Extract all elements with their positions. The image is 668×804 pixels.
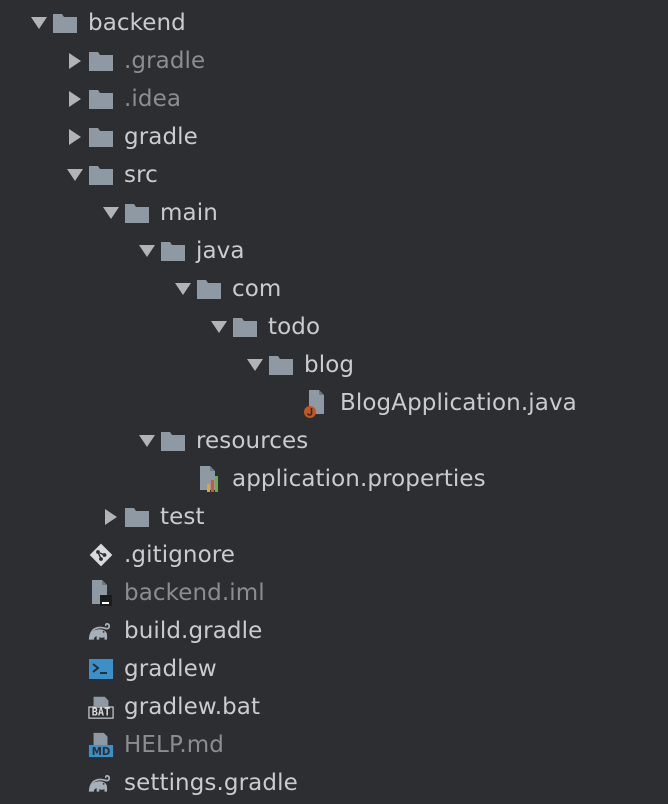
tree-item-gitignore[interactable]: .gitignore	[0, 536, 668, 574]
tree-item-label: gradlew.bat	[124, 694, 261, 720]
folder-icon	[196, 274, 222, 304]
expand-arrow-down-icon[interactable]	[62, 156, 88, 194]
tree-item-label: gradle	[124, 124, 198, 150]
tree-item-backend-iml[interactable]: backend.iml	[0, 574, 668, 612]
tree-item-src[interactable]: src	[0, 156, 668, 194]
folder-icon	[160, 236, 186, 266]
tree-item-gradle[interactable]: gradle	[0, 118, 668, 156]
tree-item-label: build.gradle	[124, 618, 263, 644]
tree-item-label: src	[124, 162, 158, 188]
svg-text:BAT: BAT	[92, 707, 110, 718]
expand-arrow-down-icon[interactable]	[170, 270, 196, 308]
tree-item-label: application.properties	[232, 466, 486, 492]
svg-text:MD: MD	[92, 747, 111, 758]
tree-item-label: backend.iml	[124, 580, 265, 606]
expand-arrow-down-icon[interactable]	[98, 194, 124, 232]
git-icon	[88, 540, 114, 570]
expand-arrow-down-icon[interactable]	[134, 422, 160, 460]
folder-icon	[88, 84, 114, 114]
tree-item-build-gradle[interactable]: build.gradle	[0, 612, 668, 650]
tree-item-label: resources	[196, 428, 309, 454]
tree-item-label: gradlew	[124, 656, 217, 682]
tree-item-gradlew[interactable]: gradlew	[0, 650, 668, 688]
tree-item-application-properties[interactable]: application.properties	[0, 460, 668, 498]
expand-arrow-right-icon[interactable]	[62, 42, 88, 80]
tree-item-backend[interactable]: backend	[0, 4, 668, 42]
tree-item-label: settings.gradle	[124, 770, 298, 796]
tree-item-label: java	[196, 238, 245, 264]
tree-item-gradlew-bat[interactable]: BAT gradlew.bat	[0, 688, 668, 726]
iml-file-icon	[88, 578, 114, 608]
bat-file-icon: BAT	[88, 692, 114, 722]
expand-arrow-down-icon[interactable]	[206, 308, 232, 346]
tree-item-resources[interactable]: resources	[0, 422, 668, 460]
folder-icon	[124, 198, 150, 228]
expand-arrow-down-icon[interactable]	[242, 346, 268, 384]
tree-item-label: blog	[304, 352, 355, 378]
tree-item-test[interactable]: test	[0, 498, 668, 536]
tree-item-label: todo	[268, 314, 321, 340]
tree-item-label: com	[232, 276, 282, 302]
folder-icon	[124, 502, 150, 532]
tree-item-settings-gradle[interactable]: settings.gradle	[0, 764, 668, 802]
tree-item-java[interactable]: java	[0, 232, 668, 270]
folder-icon	[232, 312, 258, 342]
tree-item-help-md[interactable]: MD HELP.md	[0, 726, 668, 764]
project-tree: backend .gradle .idea gradle src main java com t…	[0, 0, 668, 804]
gradle-elephant-icon	[88, 768, 114, 798]
folder-icon	[88, 160, 114, 190]
java-file-icon	[304, 388, 330, 418]
tree-item-label: .gitignore	[124, 542, 236, 568]
tree-item-blog[interactable]: blog	[0, 346, 668, 384]
expand-arrow-down-icon[interactable]	[26, 4, 52, 42]
expand-arrow-right-icon[interactable]	[62, 118, 88, 156]
tree-item-label: BlogApplication.java	[340, 390, 577, 416]
properties-file-icon	[196, 464, 222, 494]
gradle-elephant-icon	[88, 616, 114, 646]
expand-arrow-right-icon[interactable]	[98, 498, 124, 536]
folder-icon	[160, 426, 186, 456]
tree-item-todo[interactable]: todo	[0, 308, 668, 346]
shell-script-icon	[88, 654, 114, 684]
tree-item-label: test	[160, 504, 205, 530]
tree-item-main[interactable]: main	[0, 194, 668, 232]
tree-item-idea[interactable]: .idea	[0, 80, 668, 118]
tree-item-com[interactable]: com	[0, 270, 668, 308]
markdown-file-icon: MD	[88, 730, 114, 760]
tree-item-blogapplication-java[interactable]: BlogApplication.java	[0, 384, 668, 422]
expand-arrow-down-icon[interactable]	[134, 232, 160, 270]
tree-item-gradle[interactable]: .gradle	[0, 42, 668, 80]
folder-icon	[52, 8, 78, 38]
tree-item-label: main	[160, 200, 218, 226]
tree-item-label: .idea	[124, 86, 182, 112]
folder-icon	[88, 46, 114, 76]
tree-item-label: HELP.md	[124, 732, 224, 758]
tree-item-label: backend	[88, 10, 186, 36]
expand-arrow-right-icon[interactable]	[62, 80, 88, 118]
folder-icon	[268, 350, 294, 380]
tree-item-label: .gradle	[124, 48, 206, 74]
folder-icon	[88, 122, 114, 152]
